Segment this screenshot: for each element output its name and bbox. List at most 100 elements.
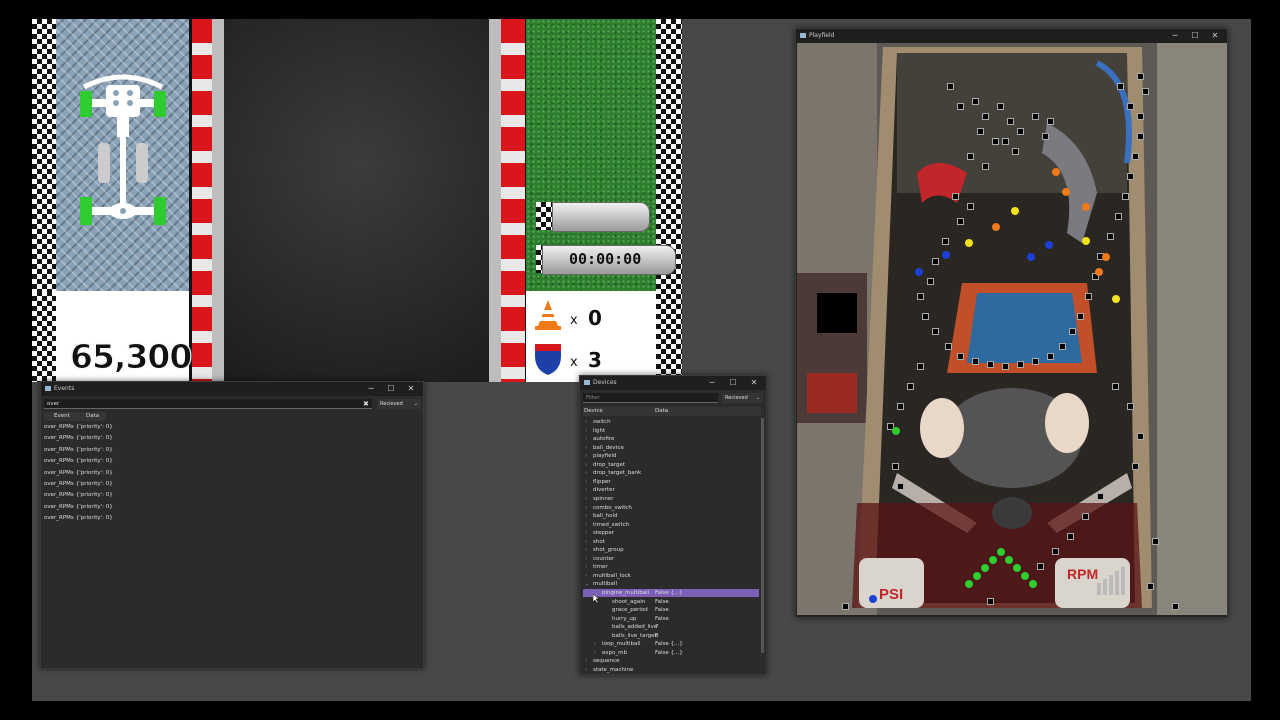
progress-bar <box>552 202 650 232</box>
device-tree-row[interactable]: › playfield <box>583 452 759 460</box>
device-tree-row[interactable]: › stepper <box>583 529 759 537</box>
chevron-right-icon[interactable]: › <box>585 521 587 529</box>
chevron-down-icon: ⌄ <box>755 395 760 401</box>
chevron-right-icon[interactable]: › <box>585 435 587 443</box>
chevron-right-icon[interactable]: › <box>594 649 596 657</box>
chevron-right-icon[interactable]: › <box>585 546 587 554</box>
event-row[interactable]: over_RPMs {'priority': 0} <box>44 515 113 521</box>
device-tree-row[interactable]: hurry_up False <box>583 615 759 623</box>
device-label: shot_group <box>593 547 624 554</box>
chevron-right-icon[interactable]: › <box>585 418 587 426</box>
event-row[interactable]: over_RPMs {'priority': 0} <box>44 435 113 441</box>
device-tree-row[interactable]: › drop_target_bank <box>583 469 759 477</box>
device-tree-row[interactable]: grace_period False <box>583 606 759 614</box>
device-tree-row[interactable]: › shot <box>583 538 759 546</box>
chevron-right-icon[interactable]: › <box>585 512 587 520</box>
maximize-button[interactable]: ☐ <box>1185 29 1205 43</box>
playfield-window[interactable]: Playfield ─ ☐ ✕ PSI RPM <box>795 28 1228 618</box>
chevron-right-icon[interactable]: › <box>585 555 587 563</box>
devices-window[interactable]: Devices ─ ☐ ✕ Filter Recieved ⌄ Device D… <box>579 375 767 675</box>
chevron-right-icon[interactable]: › <box>585 572 587 580</box>
device-tree-row[interactable]: › diverter <box>583 486 759 494</box>
chevron-right-icon[interactable]: › <box>594 640 596 648</box>
close-button[interactable]: ✕ <box>1205 29 1225 43</box>
chevron-right-icon[interactable]: › <box>585 529 587 537</box>
device-tree-row[interactable]: › timer <box>583 563 759 571</box>
device-tree-row[interactable]: ⌄ multiball <box>583 580 759 588</box>
device-tree-row[interactable]: › state_machine <box>583 666 759 674</box>
device-tree-row[interactable]: › flipper <box>583 478 759 486</box>
device-tree-row[interactable]: › loop_multiball False {...} <box>583 640 759 648</box>
device-tree-row[interactable]: balls_live_target 8 <box>583 632 759 640</box>
minimize-button[interactable]: ─ <box>702 376 722 390</box>
events-window[interactable]: Events ─ ☐ ✕ over ✖ Recieved ⌄ Event Dat… <box>40 381 424 669</box>
device-tree-row[interactable]: › shot_group <box>583 546 759 554</box>
event-row[interactable]: over_RPMs {'priority': 0} <box>44 481 113 487</box>
playfield-insert-light <box>957 218 964 225</box>
device-tree-row[interactable]: › ball_hold <box>583 512 759 520</box>
event-row[interactable]: over_RPMs {'priority': 0} <box>44 447 113 453</box>
chevron-right-icon[interactable]: › <box>585 504 587 512</box>
green-arrow-lamp <box>973 572 981 580</box>
chevron-right-icon[interactable]: › <box>585 563 587 571</box>
playfield-insert-light <box>1137 133 1144 140</box>
device-data: False <box>655 615 669 622</box>
device-tree-row[interactable]: › spinner <box>583 495 759 503</box>
device-tree-row[interactable]: balls_added_live 7 <box>583 623 759 631</box>
device-tree-row[interactable]: › expo_mb False {...} <box>583 649 759 657</box>
event-row[interactable]: over_RPMs {'priority': 0} <box>44 458 113 464</box>
device-tree-row[interactable]: › timed_switch <box>583 521 759 529</box>
device-label: sequence <box>593 658 620 665</box>
device-tree-row[interactable]: › drop_target <box>583 461 759 469</box>
event-name: over_RPMs <box>44 446 74 453</box>
device-tree-row[interactable]: › multiball_lock <box>583 572 759 580</box>
device-tree-row[interactable]: shoot_again False <box>583 598 759 606</box>
devices-titlebar[interactable]: Devices ─ ☐ ✕ <box>580 376 766 390</box>
playfield-image[interactable]: PSI RPM <box>797 43 1227 615</box>
devices-filter-input[interactable]: Filter <box>583 393 718 403</box>
devices-scrollbar[interactable] <box>761 418 764 653</box>
close-button[interactable]: ✕ <box>401 382 421 396</box>
minimize-button[interactable]: ─ <box>1165 29 1185 43</box>
playfield-titlebar[interactable]: Playfield ─ ☐ ✕ <box>796 29 1227 43</box>
maximize-button[interactable]: ☐ <box>381 382 401 396</box>
chevron-right-icon[interactable]: › <box>585 427 587 435</box>
device-tree-row[interactable]: › counter <box>583 555 759 563</box>
device-tree-row[interactable]: › autofire <box>583 435 759 443</box>
event-row[interactable]: over_RPMs {'priority': 0} <box>44 470 113 476</box>
chevron-right-icon[interactable]: › <box>585 444 587 452</box>
device-tree-row[interactable]: › switch <box>583 418 759 426</box>
playfield-insert-light <box>1059 343 1066 350</box>
event-row[interactable]: over_RPMs {'priority': 0} <box>44 492 113 498</box>
minimize-button[interactable]: ─ <box>361 382 381 396</box>
device-tree-row[interactable]: ⌄ pingine_multiball False {...} <box>583 589 759 597</box>
events-mode-select[interactable]: Recieved ⌄ <box>377 399 421 409</box>
event-row[interactable]: over_RPMs {'priority': 0} <box>44 424 113 430</box>
chevron-right-icon[interactable]: › <box>585 452 587 460</box>
playfield-insert-light <box>1085 293 1092 300</box>
devices-mode-select[interactable]: Recieved ⌄ <box>722 393 763 403</box>
events-titlebar[interactable]: Events ─ ☐ ✕ <box>41 382 423 396</box>
clear-filter-icon[interactable]: ✖ <box>363 399 369 409</box>
chevron-right-icon[interactable]: › <box>585 486 587 494</box>
device-tree-row[interactable]: › ball_device <box>583 444 759 452</box>
playfield-insert-light <box>952 193 959 200</box>
chevron-down-icon[interactable]: ⌄ <box>585 580 589 588</box>
event-row[interactable]: over_RPMs {'priority': 0} <box>44 504 113 510</box>
chevron-right-icon[interactable]: › <box>585 469 587 477</box>
green-arrow-lamp <box>1029 580 1037 588</box>
chevron-right-icon[interactable]: › <box>585 478 587 486</box>
events-filter-input[interactable]: over <box>44 399 372 409</box>
chevron-right-icon[interactable]: › <box>585 657 587 665</box>
playfield-insert-light <box>977 128 984 135</box>
progress-flag-icon <box>536 202 552 230</box>
close-button[interactable]: ✕ <box>744 376 764 390</box>
chevron-right-icon[interactable]: › <box>585 461 587 469</box>
device-tree-row[interactable]: › light <box>583 427 759 435</box>
chevron-right-icon[interactable]: › <box>585 666 587 674</box>
maximize-button[interactable]: ☐ <box>723 376 743 390</box>
chevron-right-icon[interactable]: › <box>585 538 587 546</box>
chevron-right-icon[interactable]: › <box>585 495 587 503</box>
device-tree-row[interactable]: › sequence <box>583 657 759 665</box>
device-tree-row[interactable]: › combo_switch <box>583 504 759 512</box>
